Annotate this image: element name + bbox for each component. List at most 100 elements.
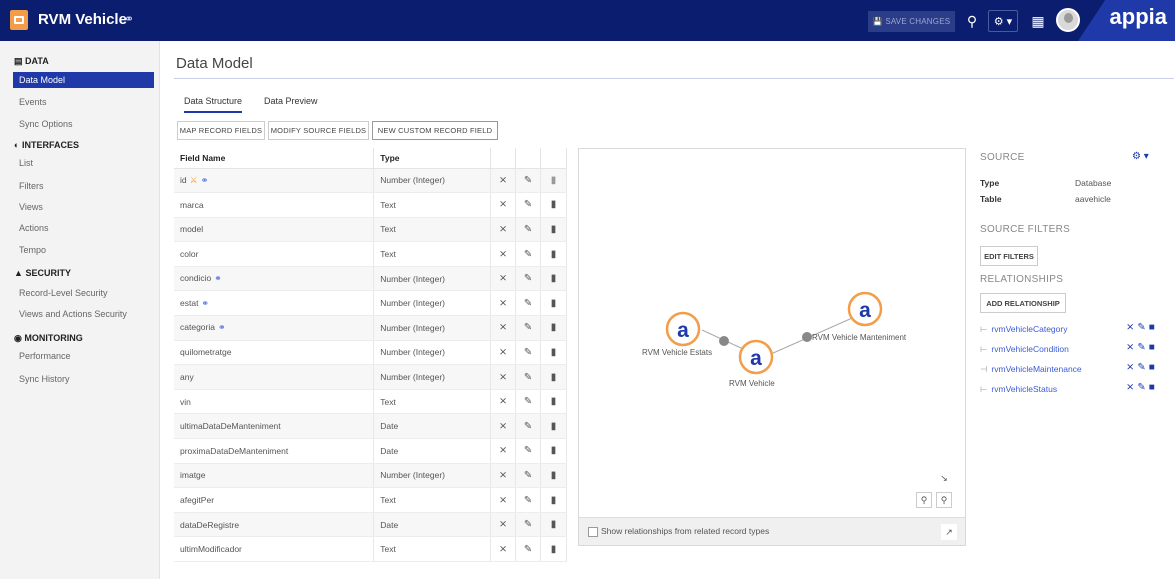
relationship-actions[interactable]: ⨯✎■ bbox=[1126, 322, 1158, 333]
relationship-item[interactable]: ⊣ rvmVehicleMaintenance bbox=[980, 364, 1082, 375]
sidebar-item-sync-options[interactable]: Sync Options bbox=[13, 116, 154, 132]
edit-icon[interactable]: ✎ bbox=[515, 364, 542, 390]
relationship-actions[interactable]: ⨯✎■ bbox=[1126, 382, 1158, 393]
show-related-checkbox[interactable] bbox=[588, 527, 598, 537]
delete-icon[interactable]: ▮ bbox=[540, 438, 567, 464]
map-field-icon[interactable]: ⨯ bbox=[490, 512, 517, 538]
avatar[interactable] bbox=[1056, 8, 1080, 32]
edit-icon[interactable]: ✎ bbox=[515, 413, 542, 440]
delete-icon[interactable]: ▮ bbox=[540, 168, 567, 194]
delete-icon[interactable]: ▮ bbox=[540, 463, 567, 489]
map-record-fields-button[interactable]: MAP RECORD FIELDS bbox=[177, 121, 265, 140]
table-row[interactable]: vin Text ⨯ ✎ ▮ bbox=[174, 389, 567, 415]
delete-icon[interactable]: ▮ bbox=[540, 364, 567, 390]
zoom-out-button[interactable]: ⚲ bbox=[916, 492, 932, 508]
table-row[interactable]: any Number (Integer) ⨯ ✎ ▮ bbox=[174, 364, 567, 390]
map-field-icon[interactable]: ⨯ bbox=[490, 413, 517, 440]
edit-icon[interactable]: ✎ bbox=[515, 241, 542, 267]
table-row[interactable]: id ⚔ ⚭ Number (Integer) ⨯ ✎ ▮ bbox=[174, 168, 567, 194]
apps-grid-icon[interactable]: ▦ bbox=[1028, 10, 1048, 32]
map-field-icon[interactable]: ⨯ bbox=[490, 536, 517, 562]
relationship-actions[interactable]: ⨯✎■ bbox=[1126, 342, 1158, 353]
table-row[interactable]: color Text ⨯ ✎ ▮ bbox=[174, 241, 567, 267]
edit-icon[interactable]: ✎ bbox=[515, 463, 542, 489]
table-row[interactable]: ultimaDataDeManteniment Date ⨯ ✎ ▮ bbox=[174, 413, 567, 440]
sidebar-item-performance[interactable]: Performance bbox=[13, 348, 154, 364]
sidebar-item-list[interactable]: List bbox=[13, 155, 154, 171]
sidebar-item-actions[interactable]: Actions bbox=[13, 220, 154, 236]
delete-icon[interactable]: ▮ bbox=[540, 290, 567, 317]
expand-icon[interactable]: ↗ bbox=[941, 524, 957, 540]
table-row[interactable]: categoria ⚭ Number (Integer) ⨯ ✎ ▮ bbox=[174, 315, 567, 341]
new-custom-record-field-button[interactable]: NEW CUSTOM RECORD FIELD bbox=[372, 121, 498, 140]
relationship-actions[interactable]: ⨯✎■ bbox=[1126, 362, 1158, 373]
edit-icon[interactable]: ✎ bbox=[515, 266, 542, 292]
map-field-icon[interactable]: ⨯ bbox=[490, 241, 517, 267]
edit-icon[interactable]: ✎ bbox=[515, 192, 542, 218]
map-field-icon[interactable]: ⨯ bbox=[490, 463, 517, 489]
sidebar-item-views[interactable]: Views bbox=[13, 199, 154, 215]
map-field-icon[interactable]: ⨯ bbox=[490, 315, 517, 341]
sidebar-item-views-actions-security[interactable]: Views and Actions Security bbox=[13, 306, 154, 322]
delete-icon[interactable]: ▮ bbox=[540, 389, 567, 415]
map-field-icon[interactable]: ⨯ bbox=[490, 217, 517, 243]
table-row[interactable]: afegitPer Text ⨯ ✎ ▮ bbox=[174, 487, 567, 513]
modify-source-fields-button[interactable]: MODIFY SOURCE FIELDS bbox=[268, 121, 369, 140]
sidebar-item-record-level-security[interactable]: Record-Level Security bbox=[13, 285, 154, 301]
edit-icon[interactable]: ✎ bbox=[515, 487, 542, 513]
sidebar-item-filters[interactable]: Filters bbox=[13, 178, 154, 194]
graph-node-vehicle[interactable]: a bbox=[738, 339, 774, 375]
collapse-icon[interactable]: ↘ bbox=[936, 470, 952, 486]
map-field-icon[interactable]: ⨯ bbox=[490, 168, 517, 194]
map-field-icon[interactable]: ⨯ bbox=[490, 340, 517, 366]
table-row[interactable]: dataDeRegistre Date ⨯ ✎ ▮ bbox=[174, 512, 567, 538]
map-field-icon[interactable]: ⨯ bbox=[490, 192, 517, 218]
edit-filters-button[interactable]: EDIT FILTERS bbox=[980, 246, 1038, 266]
map-field-icon[interactable]: ⨯ bbox=[490, 364, 517, 390]
search-records-icon[interactable]: ⚲ bbox=[962, 10, 982, 32]
add-relationship-button[interactable]: ADD RELATIONSHIP bbox=[980, 293, 1066, 313]
delete-icon[interactable]: ▮ bbox=[540, 536, 567, 562]
save-changes-button[interactable]: 💾 SAVE CHANGES bbox=[868, 11, 955, 32]
table-row[interactable]: marca Text ⨯ ✎ ▮ bbox=[174, 192, 567, 218]
delete-icon[interactable]: ▮ bbox=[540, 413, 567, 440]
delete-icon[interactable]: ▮ bbox=[540, 241, 567, 267]
edit-icon[interactable]: ✎ bbox=[515, 290, 542, 317]
relationship-graph[interactable]: a a a RVM Vehicle Estats RVM Vehicle RVM… bbox=[578, 148, 966, 546]
relationship-item[interactable]: ⊢ rvmVehicleStatus bbox=[980, 384, 1057, 395]
map-field-icon[interactable]: ⨯ bbox=[490, 290, 517, 317]
edit-icon[interactable]: ✎ bbox=[515, 340, 542, 366]
delete-icon[interactable]: ▮ bbox=[540, 266, 567, 292]
edit-icon[interactable]: ✎ bbox=[515, 389, 542, 415]
edit-icon[interactable]: ✎ bbox=[515, 315, 542, 341]
tab-data-preview[interactable]: Data Preview bbox=[264, 96, 318, 106]
delete-icon[interactable]: ▮ bbox=[540, 315, 567, 341]
delete-icon[interactable]: ▮ bbox=[540, 192, 567, 218]
zoom-in-button[interactable]: ⚲ bbox=[936, 492, 952, 508]
map-field-icon[interactable]: ⨯ bbox=[490, 266, 517, 292]
settings-dropdown[interactable]: ⚙ ▾ bbox=[988, 10, 1018, 32]
graph-node-manteniment[interactable]: a bbox=[847, 291, 883, 327]
table-row[interactable]: model Text ⨯ ✎ ▮ bbox=[174, 217, 567, 243]
sidebar-item-tempo[interactable]: Tempo bbox=[13, 242, 154, 258]
delete-icon[interactable]: ▮ bbox=[540, 512, 567, 538]
edit-icon[interactable]: ✎ bbox=[515, 168, 542, 194]
graph-node-estats[interactable]: a bbox=[665, 311, 701, 347]
table-row[interactable]: ultimModificador Text ⨯ ✎ ▮ bbox=[174, 536, 567, 562]
edit-icon[interactable]: ✎ bbox=[515, 536, 542, 562]
relationship-item[interactable]: ⊢ rvmVehicleCondition bbox=[980, 344, 1069, 355]
table-row[interactable]: quilometratge Number (Integer) ⨯ ✎ ▮ bbox=[174, 340, 567, 366]
map-field-icon[interactable]: ⨯ bbox=[490, 389, 517, 415]
edit-icon[interactable]: ✎ bbox=[515, 217, 542, 243]
sidebar-item-sync-history[interactable]: Sync History bbox=[13, 371, 154, 387]
sidebar-item-events[interactable]: Events bbox=[13, 94, 154, 110]
map-field-icon[interactable]: ⨯ bbox=[490, 487, 517, 513]
link-icon[interactable]: ⚭ bbox=[124, 12, 134, 26]
map-field-icon[interactable]: ⨯ bbox=[490, 438, 517, 464]
delete-icon[interactable]: ▮ bbox=[540, 340, 567, 366]
sidebar-item-data-model[interactable]: Data Model bbox=[13, 72, 154, 88]
edit-icon[interactable]: ✎ bbox=[515, 512, 542, 538]
delete-icon[interactable]: ▮ bbox=[540, 217, 567, 243]
relationship-item[interactable]: ⊢ rvmVehicleCategory bbox=[980, 324, 1067, 335]
delete-icon[interactable]: ▮ bbox=[540, 487, 567, 513]
